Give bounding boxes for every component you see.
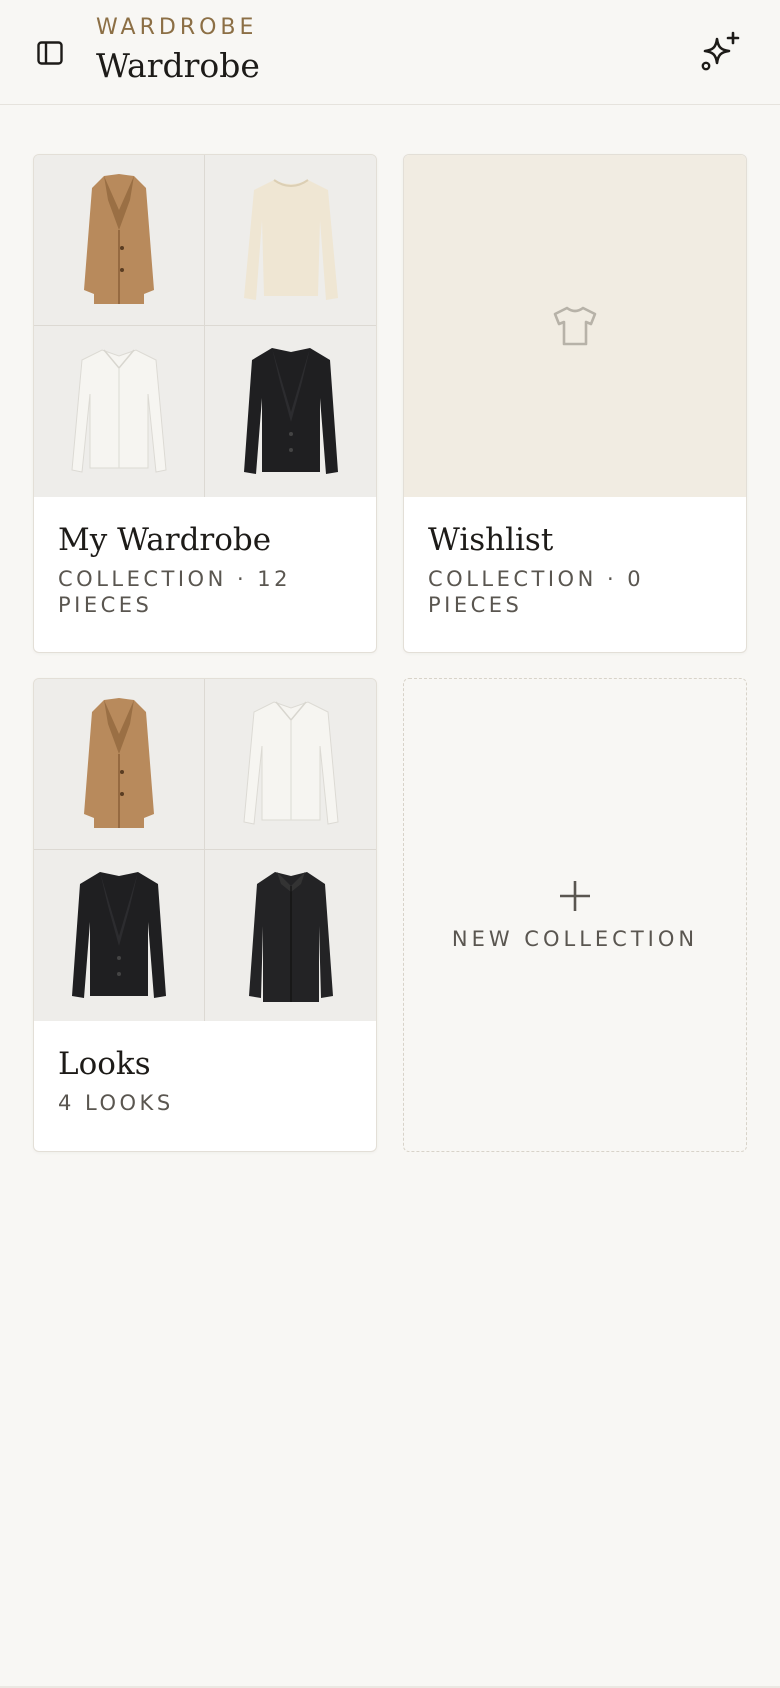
thumbnail-black-overcoat bbox=[205, 850, 376, 1021]
thumbnail-white-blouse bbox=[205, 679, 376, 850]
sidebar-toggle-button[interactable] bbox=[33, 36, 67, 70]
empty-collection-cover bbox=[404, 155, 746, 497]
header-eyebrow: WARDROBE bbox=[96, 15, 258, 40]
thumbnail-camel-coat bbox=[34, 155, 205, 326]
new-collection-button[interactable]: NEW COLLECTION bbox=[403, 678, 747, 1152]
tshirt-icon bbox=[553, 306, 597, 346]
sparkle-icon bbox=[701, 31, 740, 71]
app-header: WARDROBE Wardrobe bbox=[0, 0, 780, 105]
collection-info: Looks 4 LOOKS bbox=[34, 1021, 376, 1116]
collection-card-wishlist[interactable]: Wishlist COLLECTION · 0 PIECES bbox=[403, 154, 747, 653]
thumbnail-camel-coat bbox=[34, 679, 205, 850]
cream-sweater-image bbox=[243, 179, 338, 300]
collection-info: Wishlist COLLECTION · 0 PIECES bbox=[404, 497, 746, 618]
collection-title: Looks bbox=[58, 1046, 151, 1082]
collection-cover-grid bbox=[34, 679, 376, 1021]
collection-cover-grid bbox=[34, 155, 376, 497]
sidebar-icon bbox=[37, 41, 63, 65]
thumbnail-white-blouse bbox=[34, 326, 205, 497]
plus-icon bbox=[560, 881, 590, 911]
collection-title: Wishlist bbox=[428, 522, 554, 558]
collection-card-looks[interactable]: Looks 4 LOOKS bbox=[33, 678, 377, 1152]
ai-stylist-button[interactable] bbox=[696, 30, 744, 74]
black-blazer-image bbox=[72, 871, 166, 998]
collection-title: My Wardrobe bbox=[58, 522, 272, 558]
new-collection-label: NEW COLLECTION bbox=[451, 927, 699, 951]
camel-coat-image bbox=[84, 174, 154, 304]
collection-card-my-wardrobe[interactable]: My Wardrobe COLLECTION · 12 PIECES bbox=[33, 154, 377, 653]
black-overcoat-image bbox=[248, 871, 333, 1002]
thumbnail-black-blazer bbox=[34, 850, 205, 1021]
camel-coat-image bbox=[84, 698, 154, 828]
white-blouse-image bbox=[71, 348, 167, 473]
collection-info: My Wardrobe COLLECTION · 12 PIECES bbox=[34, 497, 376, 618]
collection-meta: 4 LOOKS bbox=[58, 1091, 174, 1115]
collection-meta: COLLECTION · 0 PIECES bbox=[428, 567, 645, 617]
page-title: Wardrobe bbox=[96, 46, 260, 85]
thumbnail-cream-sweater bbox=[205, 155, 376, 326]
thumbnail-black-blazer bbox=[205, 326, 376, 497]
black-blazer-image bbox=[243, 347, 338, 474]
white-blouse-image bbox=[242, 701, 339, 825]
header-titles: WARDROBE Wardrobe bbox=[96, 14, 260, 88]
collection-meta: COLLECTION · 12 PIECES bbox=[58, 567, 292, 617]
